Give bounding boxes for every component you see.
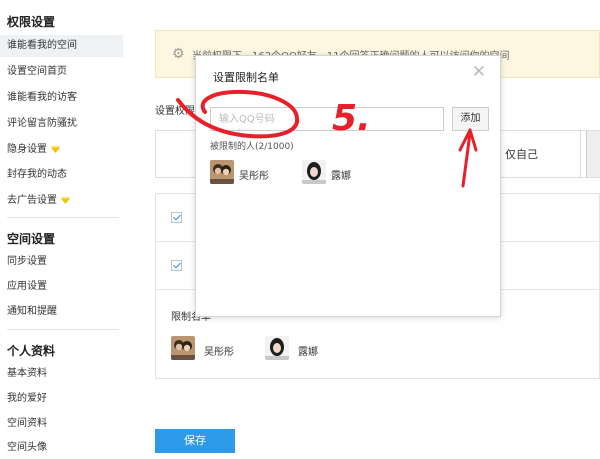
sidebar-item-label: 隐身设置 (7, 144, 47, 155)
dialog-title: 设置限制名单 (213, 71, 279, 84)
add-button[interactable]: 添加 (452, 107, 489, 131)
sidebar-item-label: 封存我的动态 (7, 169, 67, 180)
option-separator (580, 130, 581, 178)
sidebar-divider (7, 217, 119, 218)
dialog-user-name: 露娜 (331, 171, 351, 182)
restricted-count: 被限制的人(2/1000) (210, 142, 294, 152)
sidebar-section-title: 个人资料 (7, 344, 56, 358)
sidebar-divider (7, 329, 119, 330)
sidebar-item-space-info[interactable]: 空间资料 (0, 413, 123, 435)
sidebar: 权限设置 谁能看我的空间 设置空间首页 谁能看我的访客 评论留言防骚扰 隐身设置… (0, 0, 123, 453)
settings-label: 设置权限 (155, 106, 195, 117)
vip-diamond-icon (51, 145, 60, 153)
sidebar-item-remove-ads[interactable]: 去广告设置 (0, 190, 123, 212)
sidebar-item-label: 去广告设置 (7, 195, 57, 206)
sidebar-item-who-can-view-visitors[interactable]: 谁能看我的访客 (0, 87, 123, 109)
sidebar-item-label: 通知和提醒 (7, 306, 57, 317)
option-checkbox[interactable] (171, 260, 182, 271)
sidebar-item-label: 评论留言防骚扰 (7, 118, 77, 129)
sidebar-item-label: 谁能看我的空间 (7, 40, 77, 51)
restriction-list-dialog: 设置限制名单 ✕ 添加 被限制的人(2/1000) 吴彤彤 露娜 (195, 55, 501, 317)
option-checkbox[interactable] (171, 212, 182, 223)
sidebar-item-label: 应用设置 (7, 281, 47, 292)
option-only-self[interactable]: 仅自己 (505, 146, 538, 162)
sidebar-item-archive-feed[interactable]: 封存我的动态 (0, 164, 123, 186)
sidebar-item-label: 谁能看我的访客 (7, 92, 77, 103)
sidebar-item-label: 同步设置 (7, 256, 47, 267)
close-icon[interactable]: ✕ (472, 64, 486, 81)
sidebar-item-space-avatar[interactable]: 空间头像 (0, 437, 123, 459)
sidebar-item-label: 空间头像 (7, 442, 47, 453)
sidebar-item-stealth[interactable]: 隐身设置 (0, 139, 123, 161)
option-next[interactable] (586, 131, 600, 177)
sidebar-item-label: 设置空间首页 (7, 66, 67, 77)
sidebar-item-sync[interactable]: 同步设置 (0, 251, 123, 273)
sidebar-item-space-home[interactable]: 设置空间首页 (0, 61, 123, 83)
gear-icon: ⚙ (172, 46, 185, 62)
sidebar-item-label: 我的爱好 (7, 393, 47, 404)
sidebar-section-title: 权限设置 (7, 15, 56, 29)
sidebar-item-label: 空间资料 (7, 418, 47, 429)
dialog-user-name: 吴彤彤 (239, 171, 269, 182)
sidebar-item-notifications[interactable]: 通知和提醒 (0, 301, 123, 323)
sidebar-section-title: 空间设置 (7, 232, 56, 246)
restricted-user-name: 露娜 (298, 347, 318, 358)
sidebar-item-basic-info[interactable]: 基本资料 (0, 363, 123, 385)
sidebar-item-label: 基本资料 (7, 368, 47, 379)
avatar[interactable] (210, 160, 234, 184)
avatar[interactable] (265, 336, 289, 360)
sidebar-item-who-can-view-space[interactable]: 谁能看我的空间 (0, 35, 123, 57)
vip-diamond-icon (61, 196, 70, 204)
avatar[interactable] (302, 160, 326, 184)
avatar[interactable] (171, 336, 195, 360)
sidebar-item-apps[interactable]: 应用设置 (0, 276, 123, 298)
qq-number-input[interactable] (210, 107, 444, 131)
sidebar-item-hobbies[interactable]: 我的爱好 (0, 388, 123, 410)
sidebar-item-comment-anti-harass[interactable]: 评论留言防骚扰 (0, 113, 123, 135)
save-button[interactable]: 保存 (155, 429, 235, 453)
restricted-user-name: 吴彤彤 (204, 347, 234, 358)
